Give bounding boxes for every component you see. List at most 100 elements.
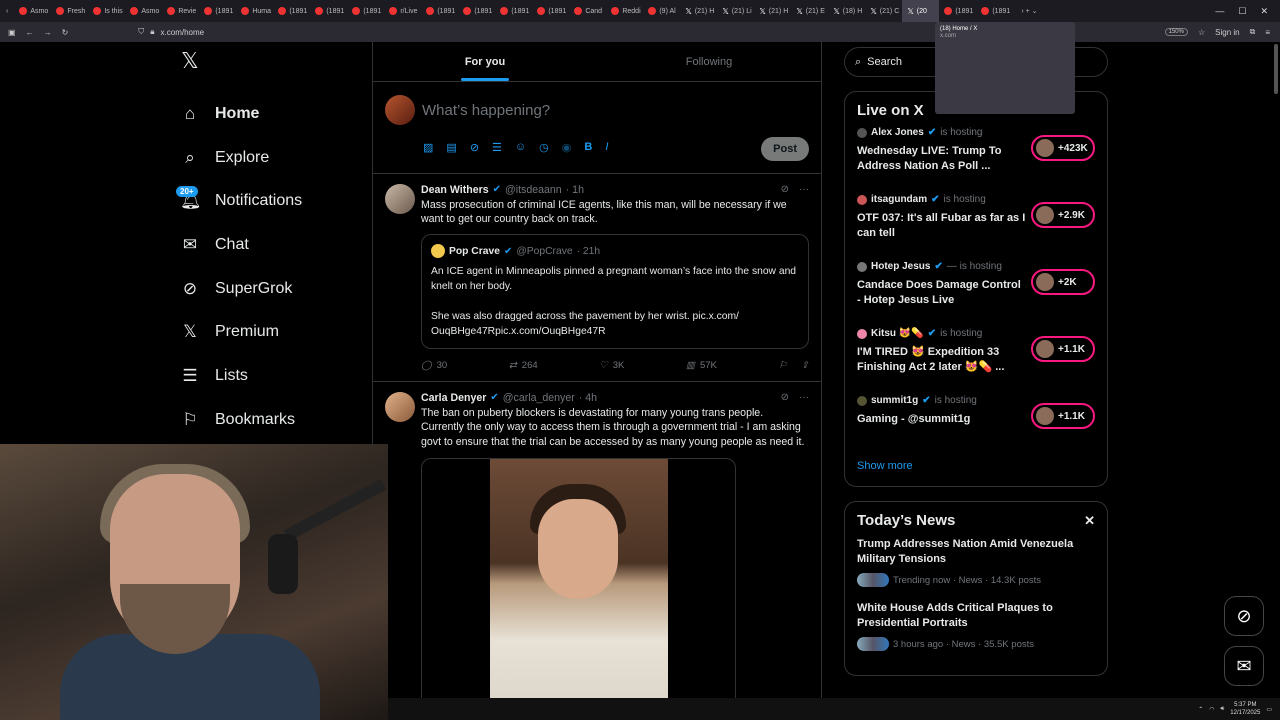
nav-item-lists[interactable]: ☰ Lists xyxy=(176,354,366,398)
browser-tab[interactable]: (1891 xyxy=(495,0,532,22)
live-item[interactable]: Kitsu 😻💊 ✔ is hosting I'M TIRED 😻 Expeditio… xyxy=(857,328,1095,395)
tray-icon[interactable]: ⌃ xyxy=(1198,706,1203,713)
browser-tab[interactable]: (1891 xyxy=(347,0,384,22)
more-icon[interactable]: ··· xyxy=(799,391,809,406)
listener-count-pill[interactable]: +2.9K xyxy=(1031,202,1095,228)
italic-icon[interactable]: I xyxy=(605,141,608,154)
image-icon[interactable]: ▨ xyxy=(423,141,433,154)
browser-tab[interactable]: (1891 xyxy=(310,0,347,22)
x-logo-icon[interactable]: 𝕏 xyxy=(176,48,366,80)
repost-button[interactable]: ⇄ 264 xyxy=(509,359,538,374)
tab-for-you[interactable]: For you xyxy=(373,42,597,81)
tweet-time[interactable]: · 1h xyxy=(566,183,584,198)
emoji-icon[interactable]: ☺ xyxy=(515,141,526,154)
browser-tab[interactable]: 𝕏 (21) E xyxy=(791,0,828,22)
browser-tab[interactable]: Is this xyxy=(88,0,125,22)
browser-tab[interactable]: Revie xyxy=(162,0,199,22)
browser-tab[interactable]: (1891 xyxy=(939,0,976,22)
bold-icon[interactable]: B xyxy=(584,141,592,154)
notification-icon[interactable]: ▭ xyxy=(1266,706,1272,713)
nav-item-bookmarks[interactable]: ⚐ Bookmarks xyxy=(176,398,366,442)
news-item[interactable]: White House Adds Critical Plaques to Pre… xyxy=(857,601,1095,651)
listener-count-pill[interactable]: +1.1K xyxy=(1031,403,1095,429)
new-tab-button[interactable]: › + ⌄ xyxy=(1013,7,1045,15)
browser-tab[interactable]: Reddi xyxy=(606,0,643,22)
reply-button[interactable]: ◯ 30 xyxy=(421,359,447,374)
volume-icon[interactable]: 🔊︎ xyxy=(1221,706,1225,713)
browser-tab[interactable]: (1891 xyxy=(532,0,569,22)
tweet[interactable]: Dean Withers ✔ @itsdeaann · 1h ⊘ ··· Mass… xyxy=(373,174,821,382)
nav-item-supergrok[interactable]: ⊘ SuperGrok xyxy=(176,267,366,311)
avatar[interactable] xyxy=(385,392,415,422)
grok-icon[interactable]: ⊘ xyxy=(781,391,789,406)
live-item[interactable]: summit1g ✔ is hosting Gaming - @summit1g +1.… xyxy=(857,395,1095,462)
forward-icon[interactable]: → xyxy=(44,28,52,37)
browser-tab[interactable]: (1891 xyxy=(458,0,495,22)
composer-input[interactable]: What’s happening? xyxy=(422,102,550,119)
grok-icon[interactable]: ⊘ xyxy=(781,183,789,198)
browser-tab[interactable]: (1891 xyxy=(976,0,1013,22)
nav-item-notifications[interactable]: 🔔︎ 20+ Notifications xyxy=(176,179,366,223)
grok-fab-button[interactable]: ⊘ xyxy=(1224,596,1264,636)
nav-item-explore[interactable]: ⌕ Explore xyxy=(176,136,366,180)
more-icon[interactable]: ··· xyxy=(799,183,809,198)
live-item[interactable]: Alex Jones ✔ is hosting Wednesday LIVE: Tru… xyxy=(857,127,1095,194)
menu-icon[interactable]: ≡ xyxy=(1265,28,1270,37)
wifi-icon[interactable]: ◠ xyxy=(1209,706,1214,713)
browser-tab[interactable]: Asmo xyxy=(14,0,51,22)
share-icon[interactable]: ⇪ xyxy=(801,359,809,374)
browser-tab[interactable]: 𝕏 (18) H xyxy=(828,0,865,22)
gif-icon[interactable]: ▤ xyxy=(446,141,456,154)
tweet-author-name[interactable]: Dean Withers xyxy=(421,183,489,198)
url-field[interactable]: ⛉ 🔒︎ x.com/home xyxy=(138,27,204,37)
schedule-icon[interactable]: ◷ xyxy=(539,141,549,154)
nav-item-home[interactable]: ⌂ Home xyxy=(176,92,366,136)
tweet-handle[interactable]: @carla_denyer xyxy=(503,391,575,406)
browser-tab[interactable]: Fresh xyxy=(51,0,88,22)
avatar[interactable] xyxy=(385,184,415,214)
browser-tab[interactable]: r/Live xyxy=(384,0,421,22)
browser-tab[interactable]: (1891 xyxy=(199,0,236,22)
browser-tab[interactable]: (9) Al xyxy=(643,0,680,22)
tab-following[interactable]: Following xyxy=(597,42,821,81)
show-more-link[interactable]: Show more xyxy=(857,460,1095,476)
news-item[interactable]: Trump Addresses Nation Amid Venezuela Mi… xyxy=(857,537,1095,587)
back-icon[interactable]: ← xyxy=(26,28,34,37)
browser-tab[interactable]: 𝕏 (20 xyxy=(902,0,940,22)
browser-tab[interactable]: (1891 xyxy=(273,0,310,22)
browser-tab[interactable]: 𝕏 (21) H xyxy=(680,0,717,22)
tweet-time[interactable]: · 4h xyxy=(579,391,597,406)
browser-tab[interactable]: Huma xyxy=(236,0,273,22)
like-button[interactable]: ♡ 3K xyxy=(599,359,624,374)
extensions-icon[interactable]: ⧉ xyxy=(1250,27,1256,37)
quoted-tweet[interactable]: Pop Crave ✔ @PopCrave · 21h An ICE agent… xyxy=(421,233,809,349)
grok-icon[interactable]: ⊘ xyxy=(470,141,479,154)
scrollbar[interactable] xyxy=(1274,44,1278,94)
tweet-author-name[interactable]: Carla Denyer xyxy=(421,391,486,406)
close-icon[interactable]: ✕ xyxy=(1084,513,1095,529)
zoom-level[interactable]: 150% xyxy=(1164,28,1188,36)
browser-tab[interactable]: 𝕏 (21) C xyxy=(865,0,902,22)
browser-tab[interactable]: 𝕏 (21) Li xyxy=(717,0,754,22)
messages-fab-button[interactable]: ✉ xyxy=(1224,646,1264,686)
sidebar-toggle-icon[interactable]: ▣ xyxy=(8,28,16,37)
location-icon[interactable]: ◉ xyxy=(562,141,572,154)
tweet[interactable]: Carla Denyer ✔ @carla_denyer · 4h ⊘ ··· T… xyxy=(373,382,821,720)
browser-tab[interactable]: (1891 xyxy=(421,0,458,22)
reload-icon[interactable]: ↻ xyxy=(62,28,69,37)
sign-in-button[interactable]: Sign in xyxy=(1215,28,1239,37)
tweet-media-image[interactable] xyxy=(421,458,736,718)
bookmark-icon[interactable]: ⚐ xyxy=(778,359,787,374)
browser-tab[interactable]: 𝕏 (21) H xyxy=(754,0,791,22)
browser-tab[interactable]: Asmo xyxy=(125,0,162,22)
poll-icon[interactable]: ☰ xyxy=(492,141,502,154)
views-button[interactable]: ▥ 57K xyxy=(686,359,717,374)
live-item[interactable]: Hotep Jesus ✔ — is hosting Candace Does Dam… xyxy=(857,261,1095,328)
avatar[interactable] xyxy=(385,95,415,125)
tab-scroll-left-icon[interactable]: ‹ xyxy=(0,8,14,15)
close-icon[interactable]: ✕ xyxy=(1260,6,1268,17)
post-button[interactable]: Post xyxy=(761,137,809,161)
bookmark-star-icon[interactable]: ☆ xyxy=(1198,28,1205,37)
listener-count-pill[interactable]: +1.1K xyxy=(1031,336,1095,362)
tweet-handle[interactable]: @itsdeaann xyxy=(505,183,562,198)
